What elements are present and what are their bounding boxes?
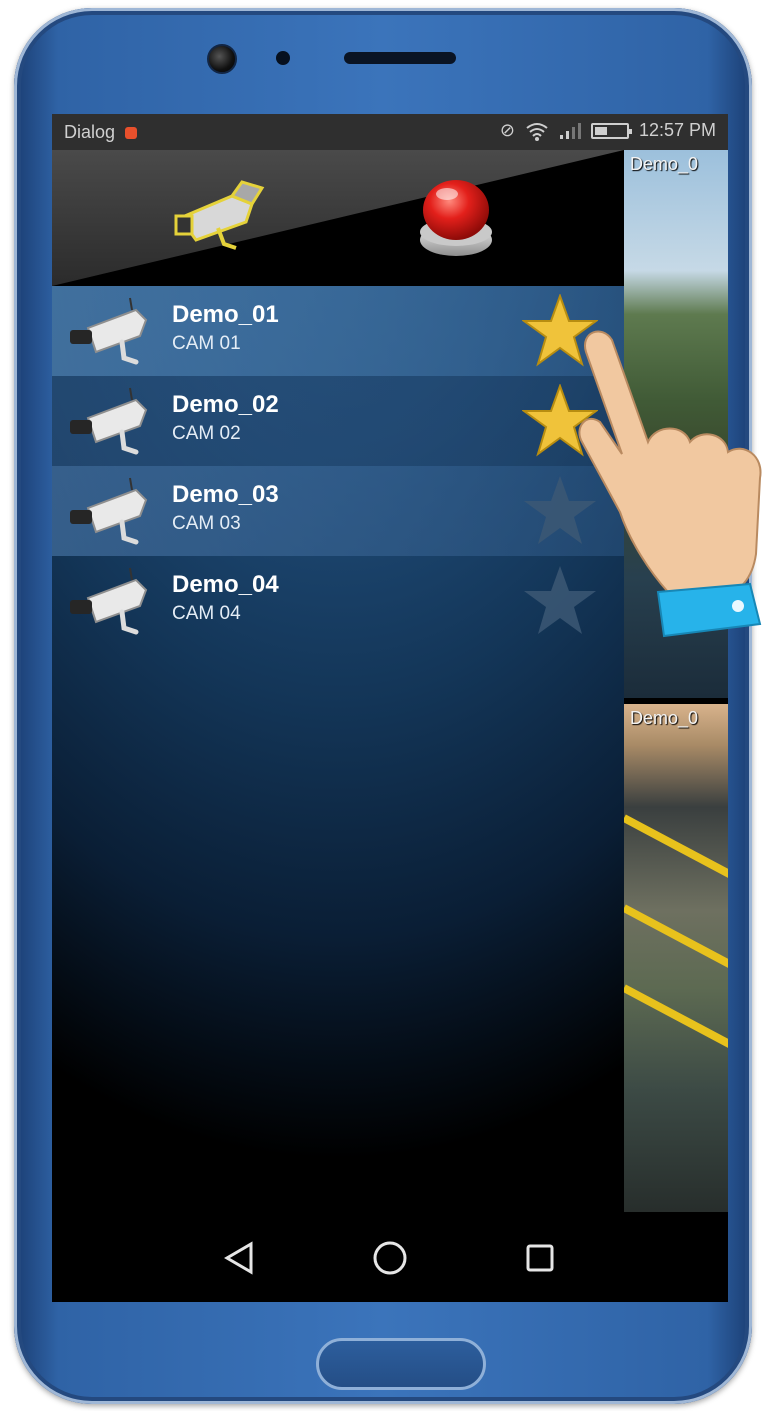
- camera-name: Demo_02: [172, 391, 279, 418]
- video-scene-rail: [624, 904, 728, 973]
- earpiece-speaker: [344, 52, 456, 64]
- camera-list: Demo_01 CAM 01 Demo_02 CAM 02 Demo_03 CA…: [52, 286, 624, 646]
- camera-name: Demo_01: [172, 301, 279, 328]
- battery-icon: [590, 122, 632, 139]
- nav-recents-button[interactable]: [516, 1234, 564, 1282]
- camera-list-item[interactable]: Demo_04 CAM 04: [52, 556, 624, 646]
- back-triangle-icon: [224, 1241, 253, 1275]
- nav-home-button[interactable]: [366, 1234, 414, 1282]
- carrier-label: Dialog: [64, 122, 116, 142]
- video-tile-label: Demo_0: [630, 154, 699, 174]
- android-nav-bar: [52, 1212, 728, 1302]
- camera-id: CAM 02: [172, 423, 241, 444]
- record-button-icon[interactable]: [416, 174, 496, 260]
- camera-name: Demo_03: [172, 481, 279, 508]
- signal-icon: [559, 122, 581, 139]
- camera-id: CAM 03: [172, 513, 241, 534]
- front-camera: [207, 44, 237, 74]
- video-scene-rail: [624, 814, 728, 883]
- drawer-header: [52, 150, 624, 286]
- camera-item-texts: Demo_01 CAM 01: [172, 300, 279, 358]
- clock-label: 12:57 PM: [638, 120, 716, 140]
- recents-square-icon: [526, 1244, 554, 1272]
- camera-item-texts: Demo_02 CAM 02: [172, 390, 279, 448]
- camera-name: Demo_04: [172, 571, 279, 598]
- notification-icon: [125, 126, 138, 139]
- proximity-sensor: [276, 51, 290, 65]
- hardware-home-button[interactable]: [316, 1338, 486, 1390]
- camera-drawer: Demo_01 CAM 01 Demo_02 CAM 02 Demo_03 CA…: [52, 150, 624, 1212]
- cctv-camera-icon: [70, 477, 148, 545]
- cctv-camera-icon[interactable]: [172, 178, 268, 250]
- status-left: Dialog: [64, 122, 138, 143]
- camera-id: CAM 04: [172, 603, 241, 624]
- home-circle-icon: [373, 1241, 407, 1275]
- video-scene-rail: [624, 984, 728, 1053]
- drawer-header-shade: [52, 150, 624, 286]
- video-tile-label: Demo_0: [630, 708, 699, 728]
- status-bar: Dialog ⊘ 12:57 PM: [52, 114, 728, 150]
- nav-back-button[interactable]: [216, 1234, 264, 1282]
- camera-item-texts: Demo_04 CAM 04: [172, 570, 279, 628]
- cctv-camera-icon: [70, 567, 148, 635]
- camera-item-texts: Demo_03 CAM 03: [172, 480, 279, 538]
- status-right: ⊘ 12:57 PM: [500, 120, 716, 141]
- cctv-camera-icon: [70, 387, 148, 455]
- camera-id: CAM 01: [172, 333, 241, 354]
- camera-list-item[interactable]: Demo_01 CAM 01: [52, 286, 624, 376]
- pointing-hand-illustration: [578, 330, 762, 638]
- camera-list-item[interactable]: Demo_02 CAM 02: [52, 376, 624, 466]
- video-tile-2[interactable]: Demo_0: [624, 704, 728, 1220]
- camera-list-item[interactable]: Demo_03 CAM 03: [52, 466, 624, 556]
- cctv-camera-icon: [70, 297, 148, 365]
- mute-icon: ⊘: [499, 120, 515, 140]
- wifi-icon: [526, 122, 548, 141]
